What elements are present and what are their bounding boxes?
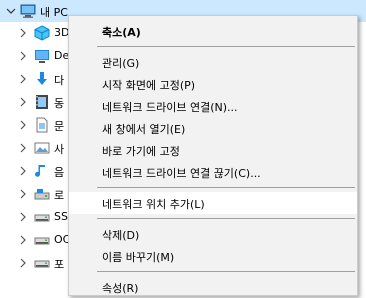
menu-item-label: 새 창에서 열기(E): [102, 123, 186, 136]
chevron-right-icon[interactable]: [18, 73, 28, 85]
desktop-icon: [34, 48, 50, 64]
menu-item[interactable]: 새 창에서 열기(E): [69, 117, 357, 139]
nav-item-label: SS: [54, 210, 68, 223]
menu-item-label: 네트워크 드라이브 연결(N)...: [102, 101, 238, 114]
menu-item-label: 바로 가기에 고정: [102, 145, 180, 158]
nav-item-label: 로: [54, 189, 65, 202]
menu-item-label: 네트워크 위치 추가(L): [102, 198, 205, 211]
chevron-right-icon[interactable]: [18, 96, 28, 108]
chevron-right-icon[interactable]: [18, 142, 28, 154]
menu-separator: [97, 271, 355, 272]
menu-item-label: 네트워크 드라이브 연결 끊기(C)...: [102, 167, 261, 180]
nav-item-label: 사: [54, 143, 65, 156]
nav-item-label: De: [54, 49, 70, 62]
chevron-right-icon[interactable]: [18, 119, 28, 131]
menu-item-label: 이름 바꾸기(M): [102, 251, 175, 264]
menu-item[interactable]: 네트워크 드라이브 연결 끊기(C)...: [69, 161, 357, 183]
chevron-right-icon[interactable]: [18, 257, 28, 269]
chevron-right-icon[interactable]: [18, 165, 28, 177]
nav-item-label: 다: [54, 74, 65, 87]
menu-item-label: 삭제(D): [102, 229, 140, 242]
menu-item-label: 축소(A): [102, 26, 141, 39]
3d-objects-icon: [34, 25, 50, 41]
menu-item-label: 시작 화면에 고정(P): [102, 79, 196, 92]
menu-item[interactable]: 관리(G): [69, 51, 357, 73]
menu-item[interactable]: 이름 바꾸기(M): [69, 245, 357, 267]
nav-item-label: 포: [54, 258, 65, 271]
this-pc-icon: [20, 3, 36, 19]
chevron-right-icon[interactable]: [18, 211, 28, 223]
chevron-right-icon[interactable]: [18, 27, 28, 39]
menu-item[interactable]: 바로 가기에 고정: [69, 139, 357, 161]
nav-item-label: 음: [54, 166, 65, 179]
menu-separator: [97, 46, 355, 47]
menu-item-label: 속성(R): [102, 282, 139, 295]
music-icon: [34, 163, 50, 179]
menu-item-label: 관리(G): [102, 57, 140, 70]
drive-icon: [34, 232, 50, 248]
drive-icon: [34, 255, 50, 271]
menu-separator: [97, 218, 355, 219]
menu-item[interactable]: 네트워크 드라이브 연결(N)...: [69, 95, 357, 117]
local-disk-icon: [34, 186, 50, 202]
chevron-right-icon[interactable]: [18, 234, 28, 246]
chevron-down-icon[interactable]: [6, 5, 16, 17]
pictures-icon: [34, 140, 50, 156]
chevron-right-icon[interactable]: [18, 188, 28, 200]
menu-item[interactable]: 삭제(D): [69, 223, 357, 245]
menu-item[interactable]: 축소(A): [69, 20, 357, 42]
menu-item[interactable]: 네트워크 위치 추가(L): [69, 192, 357, 214]
nav-item-label: 동: [54, 97, 65, 110]
drive-icon: [34, 209, 50, 225]
menu-separator: [97, 187, 355, 188]
downloads-icon: [34, 71, 50, 87]
videos-icon: [34, 94, 50, 110]
menu-item[interactable]: 시작 화면에 고정(P): [69, 73, 357, 95]
nav-item-label: 내 PC: [40, 6, 68, 19]
documents-icon: [34, 117, 50, 133]
menu-item[interactable]: 속성(R): [69, 276, 357, 298]
context-menu: 축소(A) 관리(G) 시작 화면에 고정(P) 네트워크 드라이브 연결(N)...…: [68, 15, 358, 296]
nav-item-label: 문: [54, 120, 65, 133]
chevron-right-icon[interactable]: [18, 50, 28, 62]
